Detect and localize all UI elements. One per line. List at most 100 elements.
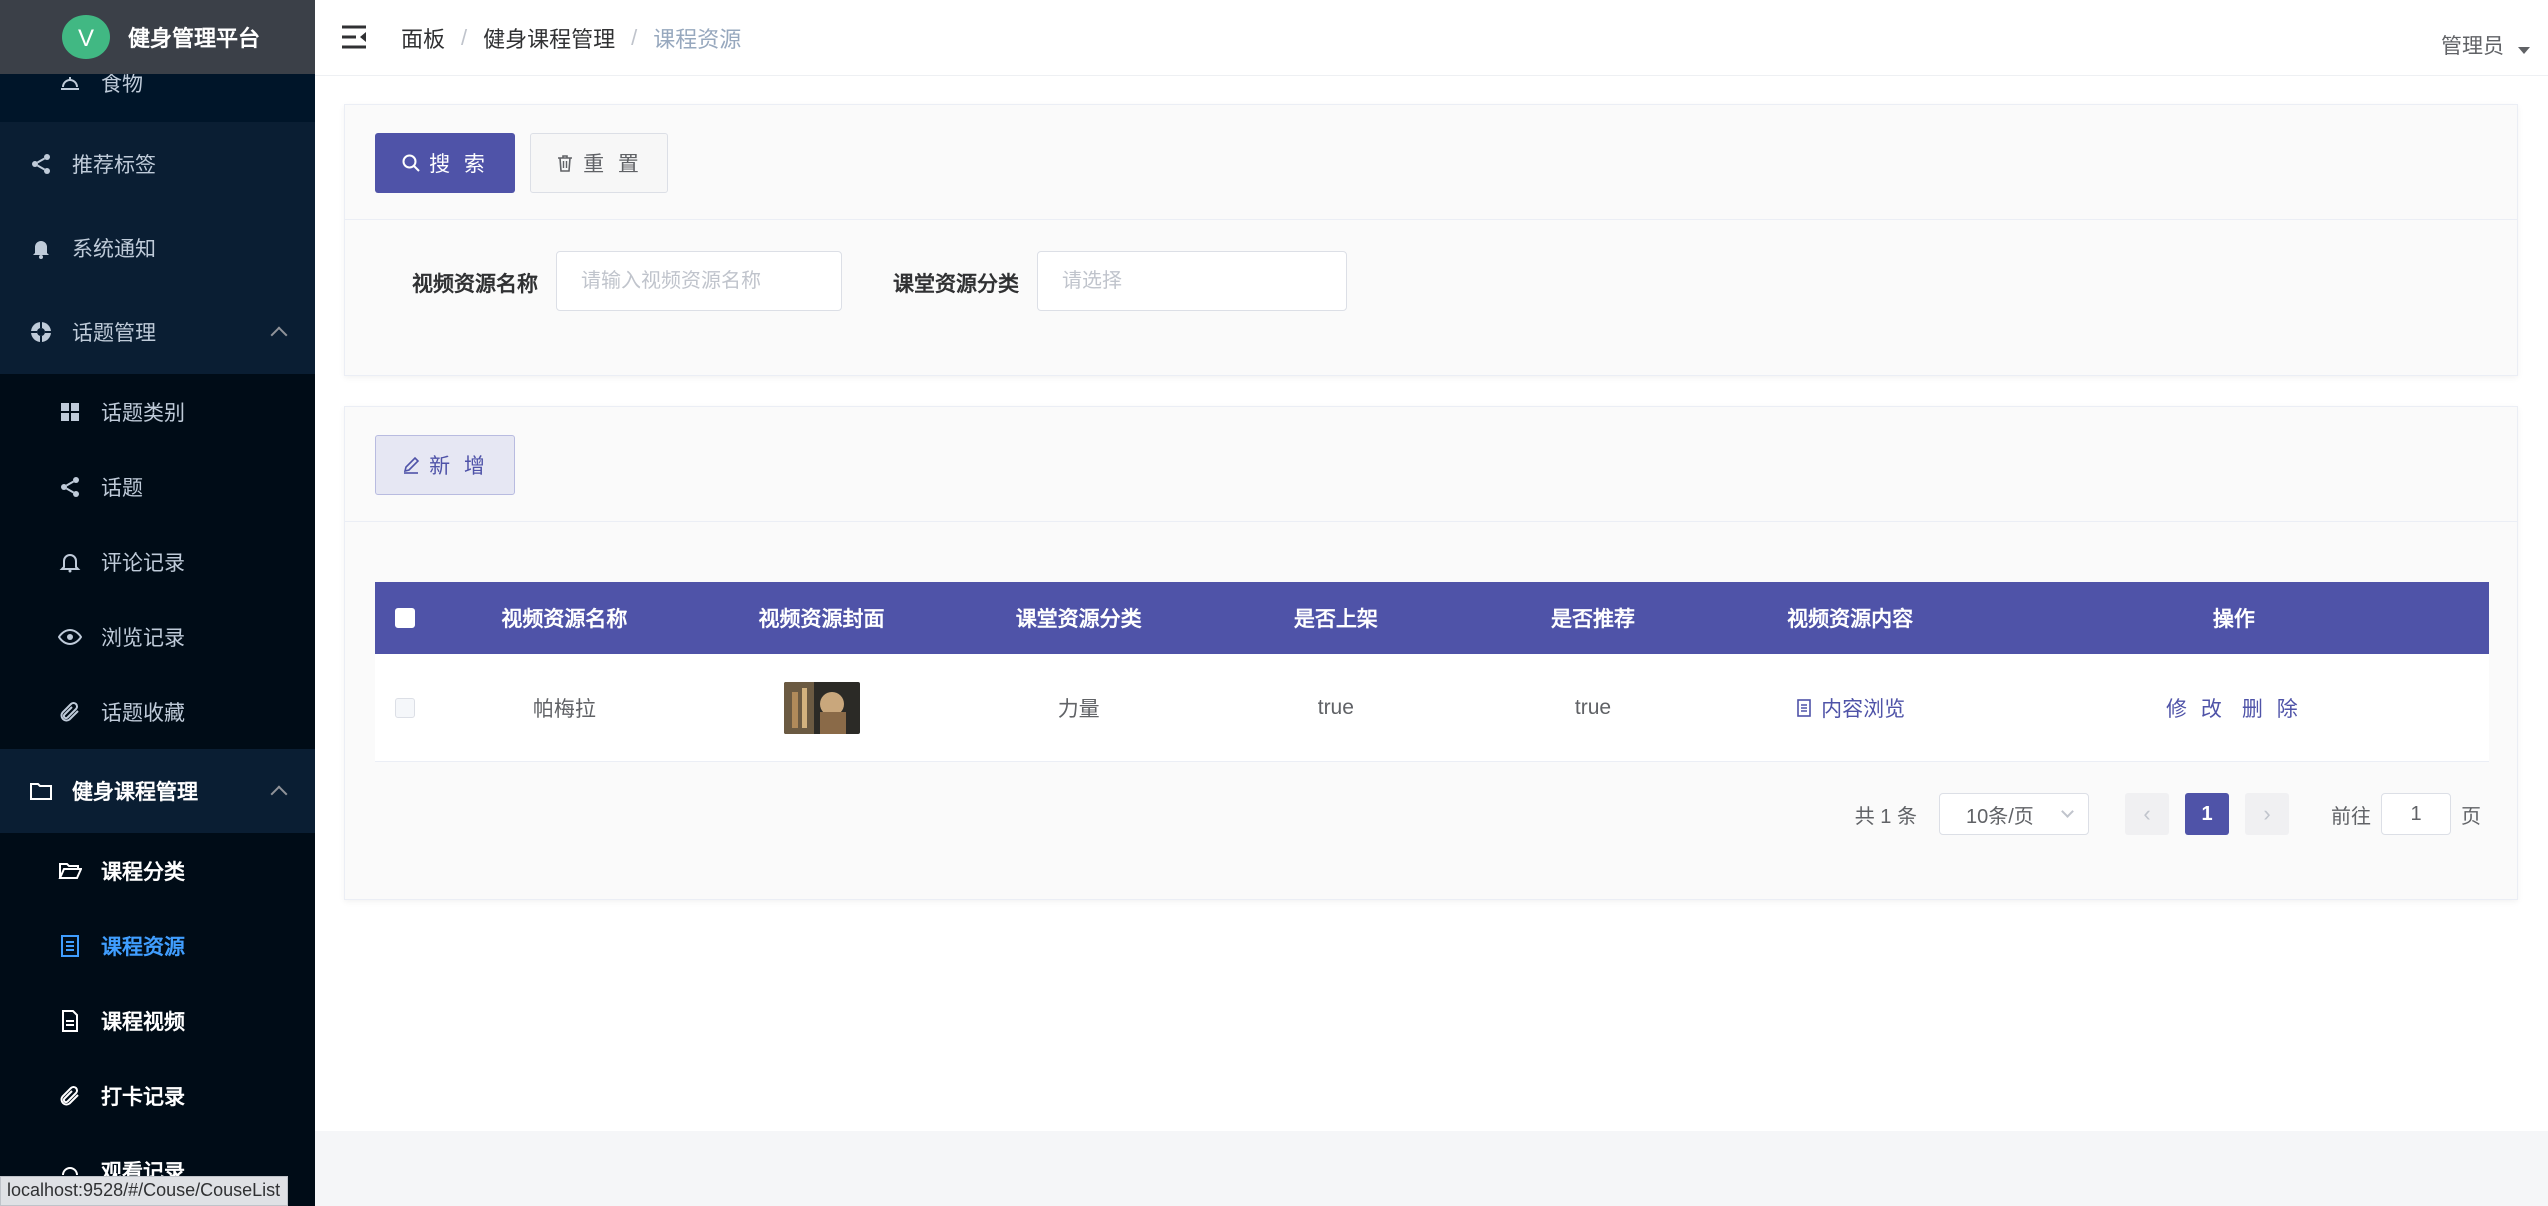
breadcrumb-item-current: 课程资源 bbox=[653, 27, 742, 52]
sidebar-item-course-category[interactable]: 课程分类 bbox=[0, 833, 315, 908]
logo-letter: V bbox=[78, 25, 94, 52]
name-filter-input[interactable] bbox=[556, 251, 842, 311]
add-button-label: 新 增 bbox=[429, 455, 489, 478]
folder-open-icon bbox=[57, 858, 83, 884]
goto-suffix: 页 bbox=[2461, 805, 2481, 828]
row-checkbox[interactable] bbox=[395, 697, 416, 718]
chevron-down-icon bbox=[2061, 805, 2074, 818]
sidebar-item-fitness-course-management[interactable]: 健身课程管理 bbox=[0, 749, 315, 833]
goto-page-input[interactable] bbox=[2381, 793, 2451, 835]
chevron-left-icon: ‹ bbox=[2143, 801, 2151, 826]
share-icon bbox=[57, 474, 83, 500]
sidebar-item-course-videos[interactable]: 课程视频 bbox=[0, 983, 315, 1058]
breadcrumb-item-course-management[interactable]: 健身课程管理 bbox=[483, 22, 615, 54]
header-cell[interactable]: 视频资源封面 bbox=[693, 603, 950, 633]
content-browse-link[interactable]: 内容浏览 bbox=[1795, 693, 1905, 723]
page-number-1[interactable]: 1 bbox=[2185, 793, 2229, 835]
recommended-cell: true bbox=[1574, 695, 1612, 719]
divider bbox=[345, 521, 2517, 522]
reset-button-label: 重 置 bbox=[583, 153, 643, 176]
search-button-label: 搜 索 bbox=[429, 153, 489, 176]
chevron-up-icon bbox=[270, 785, 288, 803]
sidebar-item-label: 课程资源 bbox=[101, 935, 185, 959]
grid-icon bbox=[57, 399, 83, 425]
sidebar-item-label: 课程分类 bbox=[101, 860, 185, 884]
file-icon bbox=[57, 1008, 83, 1034]
category-cell: 力量 bbox=[1057, 697, 1100, 721]
name-filter-label: 视频资源名称 bbox=[412, 273, 538, 296]
footer-band bbox=[315, 1131, 2548, 1206]
logo-icon: V bbox=[60, 13, 112, 61]
sidebar-item-label: 话题 bbox=[101, 476, 143, 500]
sidebar-item-topic-management[interactable]: 话题管理 bbox=[0, 290, 315, 374]
sidebar-item-notifications[interactable]: 系统通知 bbox=[0, 206, 315, 290]
table-header: 视频资源名称 视频资源封面 课堂资源分类 是否上架 是否推荐 视频资源内容 操作 bbox=[375, 582, 2489, 654]
sidebar-item-label: 健身课程管理 bbox=[72, 781, 198, 804]
row-select-cell bbox=[375, 697, 436, 718]
breadcrumb-separator: / bbox=[631, 25, 638, 50]
add-button[interactable]: 新 增 bbox=[375, 435, 515, 495]
header-cell[interactable]: 是否上架 bbox=[1207, 603, 1464, 633]
actions-cell: 修 改 删 除 bbox=[1979, 693, 2489, 723]
table-card: 新 增 视频资源名称 视频资源封面 课堂资源分类 是否上架 是否推荐 视频资源内… bbox=[344, 406, 2518, 900]
header-cell[interactable]: 视频资源名称 bbox=[436, 603, 693, 633]
sidebar-item-label: 打卡记录 bbox=[101, 1085, 185, 1109]
sidebar-item-label: 推荐标签 bbox=[72, 154, 156, 177]
share-icon bbox=[28, 151, 54, 177]
chevron-right-icon: › bbox=[2263, 801, 2271, 826]
reset-button[interactable]: 重 置 bbox=[530, 133, 668, 193]
menu-toggle-icon[interactable] bbox=[340, 24, 368, 50]
caret-down-icon bbox=[2518, 46, 2530, 54]
sidebar-item-comment-records[interactable]: 评论记录 bbox=[0, 524, 315, 599]
folder-icon bbox=[28, 778, 54, 804]
sidebar-item-checkin-records[interactable]: 打卡记录 bbox=[0, 1058, 315, 1133]
paperclip-icon bbox=[57, 699, 83, 725]
search-button[interactable]: 搜 索 bbox=[375, 133, 515, 193]
sidebar-item-browse-records[interactable]: 浏览记录 bbox=[0, 599, 315, 674]
paperclip-icon bbox=[57, 1083, 83, 1109]
document-icon bbox=[57, 933, 83, 959]
cover-thumbnail[interactable] bbox=[783, 681, 860, 734]
delete-button[interactable]: 删 除 bbox=[2242, 693, 2302, 723]
row-actions: 修 改 删 除 bbox=[2166, 693, 2302, 723]
header-cell[interactable]: 视频资源内容 bbox=[1722, 603, 1979, 633]
sidebar-item-topic-category[interactable]: 话题类别 bbox=[0, 374, 315, 449]
user-menu[interactable]: 管理员 bbox=[2441, 30, 2530, 60]
next-page-button[interactable]: › bbox=[2245, 793, 2289, 835]
resource-table: 视频资源名称 视频资源封面 课堂资源分类 是否上架 是否推荐 视频资源内容 操作… bbox=[375, 582, 2489, 762]
header-cell: 操作 bbox=[2212, 608, 2255, 631]
sidebar: V 健身管理平台 食物 推荐标签 系统通知 话题管理 话题类别 话题 评论记录 … bbox=[0, 0, 315, 1206]
header-cell-select bbox=[375, 608, 436, 628]
trash-icon bbox=[558, 155, 573, 172]
sidebar-item-topic[interactable]: 话题 bbox=[0, 449, 315, 524]
breadcrumb: 面板 / 健身课程管理 / 课程资源 bbox=[401, 22, 741, 54]
header-cell[interactable]: 是否推荐 bbox=[1464, 603, 1721, 633]
sidebar-item-course-resources[interactable]: 课程资源 bbox=[0, 908, 315, 983]
table-row[interactable]: 帕梅拉 力量 true true 内容浏览 修 改 删 除 bbox=[375, 654, 2489, 762]
sidebar-item-label: 浏览记录 bbox=[101, 626, 185, 650]
goto-page: 前往 页 bbox=[2331, 793, 2481, 835]
page-size-select[interactable]: 10条/页 bbox=[1939, 793, 2089, 835]
sidebar-item-label: 系统通知 bbox=[72, 238, 156, 261]
edit-icon bbox=[403, 456, 420, 474]
status-bar-url: localhost:9528/#/Couse/CouseList bbox=[0, 1176, 288, 1206]
sidebar-item-recommend-tags[interactable]: 推荐标签 bbox=[0, 122, 315, 206]
resource-name-cell: 帕梅拉 bbox=[532, 697, 596, 721]
goto-prefix: 前往 bbox=[2331, 805, 2371, 828]
sidebar-item-label: 话题收藏 bbox=[101, 701, 185, 725]
document-icon bbox=[1797, 698, 1811, 717]
sidebar-item-label: 评论记录 bbox=[101, 551, 185, 575]
header-cell[interactable]: 课堂资源分类 bbox=[950, 603, 1207, 633]
divider bbox=[345, 219, 2517, 220]
pagination: 共 1 条 10条/页 ‹ 1 › 前往 页 bbox=[1855, 793, 2481, 835]
select-all-checkbox[interactable] bbox=[395, 608, 416, 628]
category-select[interactable] bbox=[1037, 251, 1347, 311]
category-filter-label: 课堂资源分类 bbox=[893, 273, 1019, 296]
breadcrumb-item-dashboard[interactable]: 面板 bbox=[401, 22, 445, 54]
brand-bar: V 健身管理平台 bbox=[0, 0, 315, 74]
help-circle-icon bbox=[28, 319, 54, 345]
edit-button[interactable]: 修 改 bbox=[2166, 693, 2226, 723]
sidebar-item-topic-favorites[interactable]: 话题收藏 bbox=[0, 674, 315, 749]
prev-page-button[interactable]: ‹ bbox=[2125, 793, 2169, 835]
content-browse-label: 内容浏览 bbox=[1821, 697, 1906, 721]
